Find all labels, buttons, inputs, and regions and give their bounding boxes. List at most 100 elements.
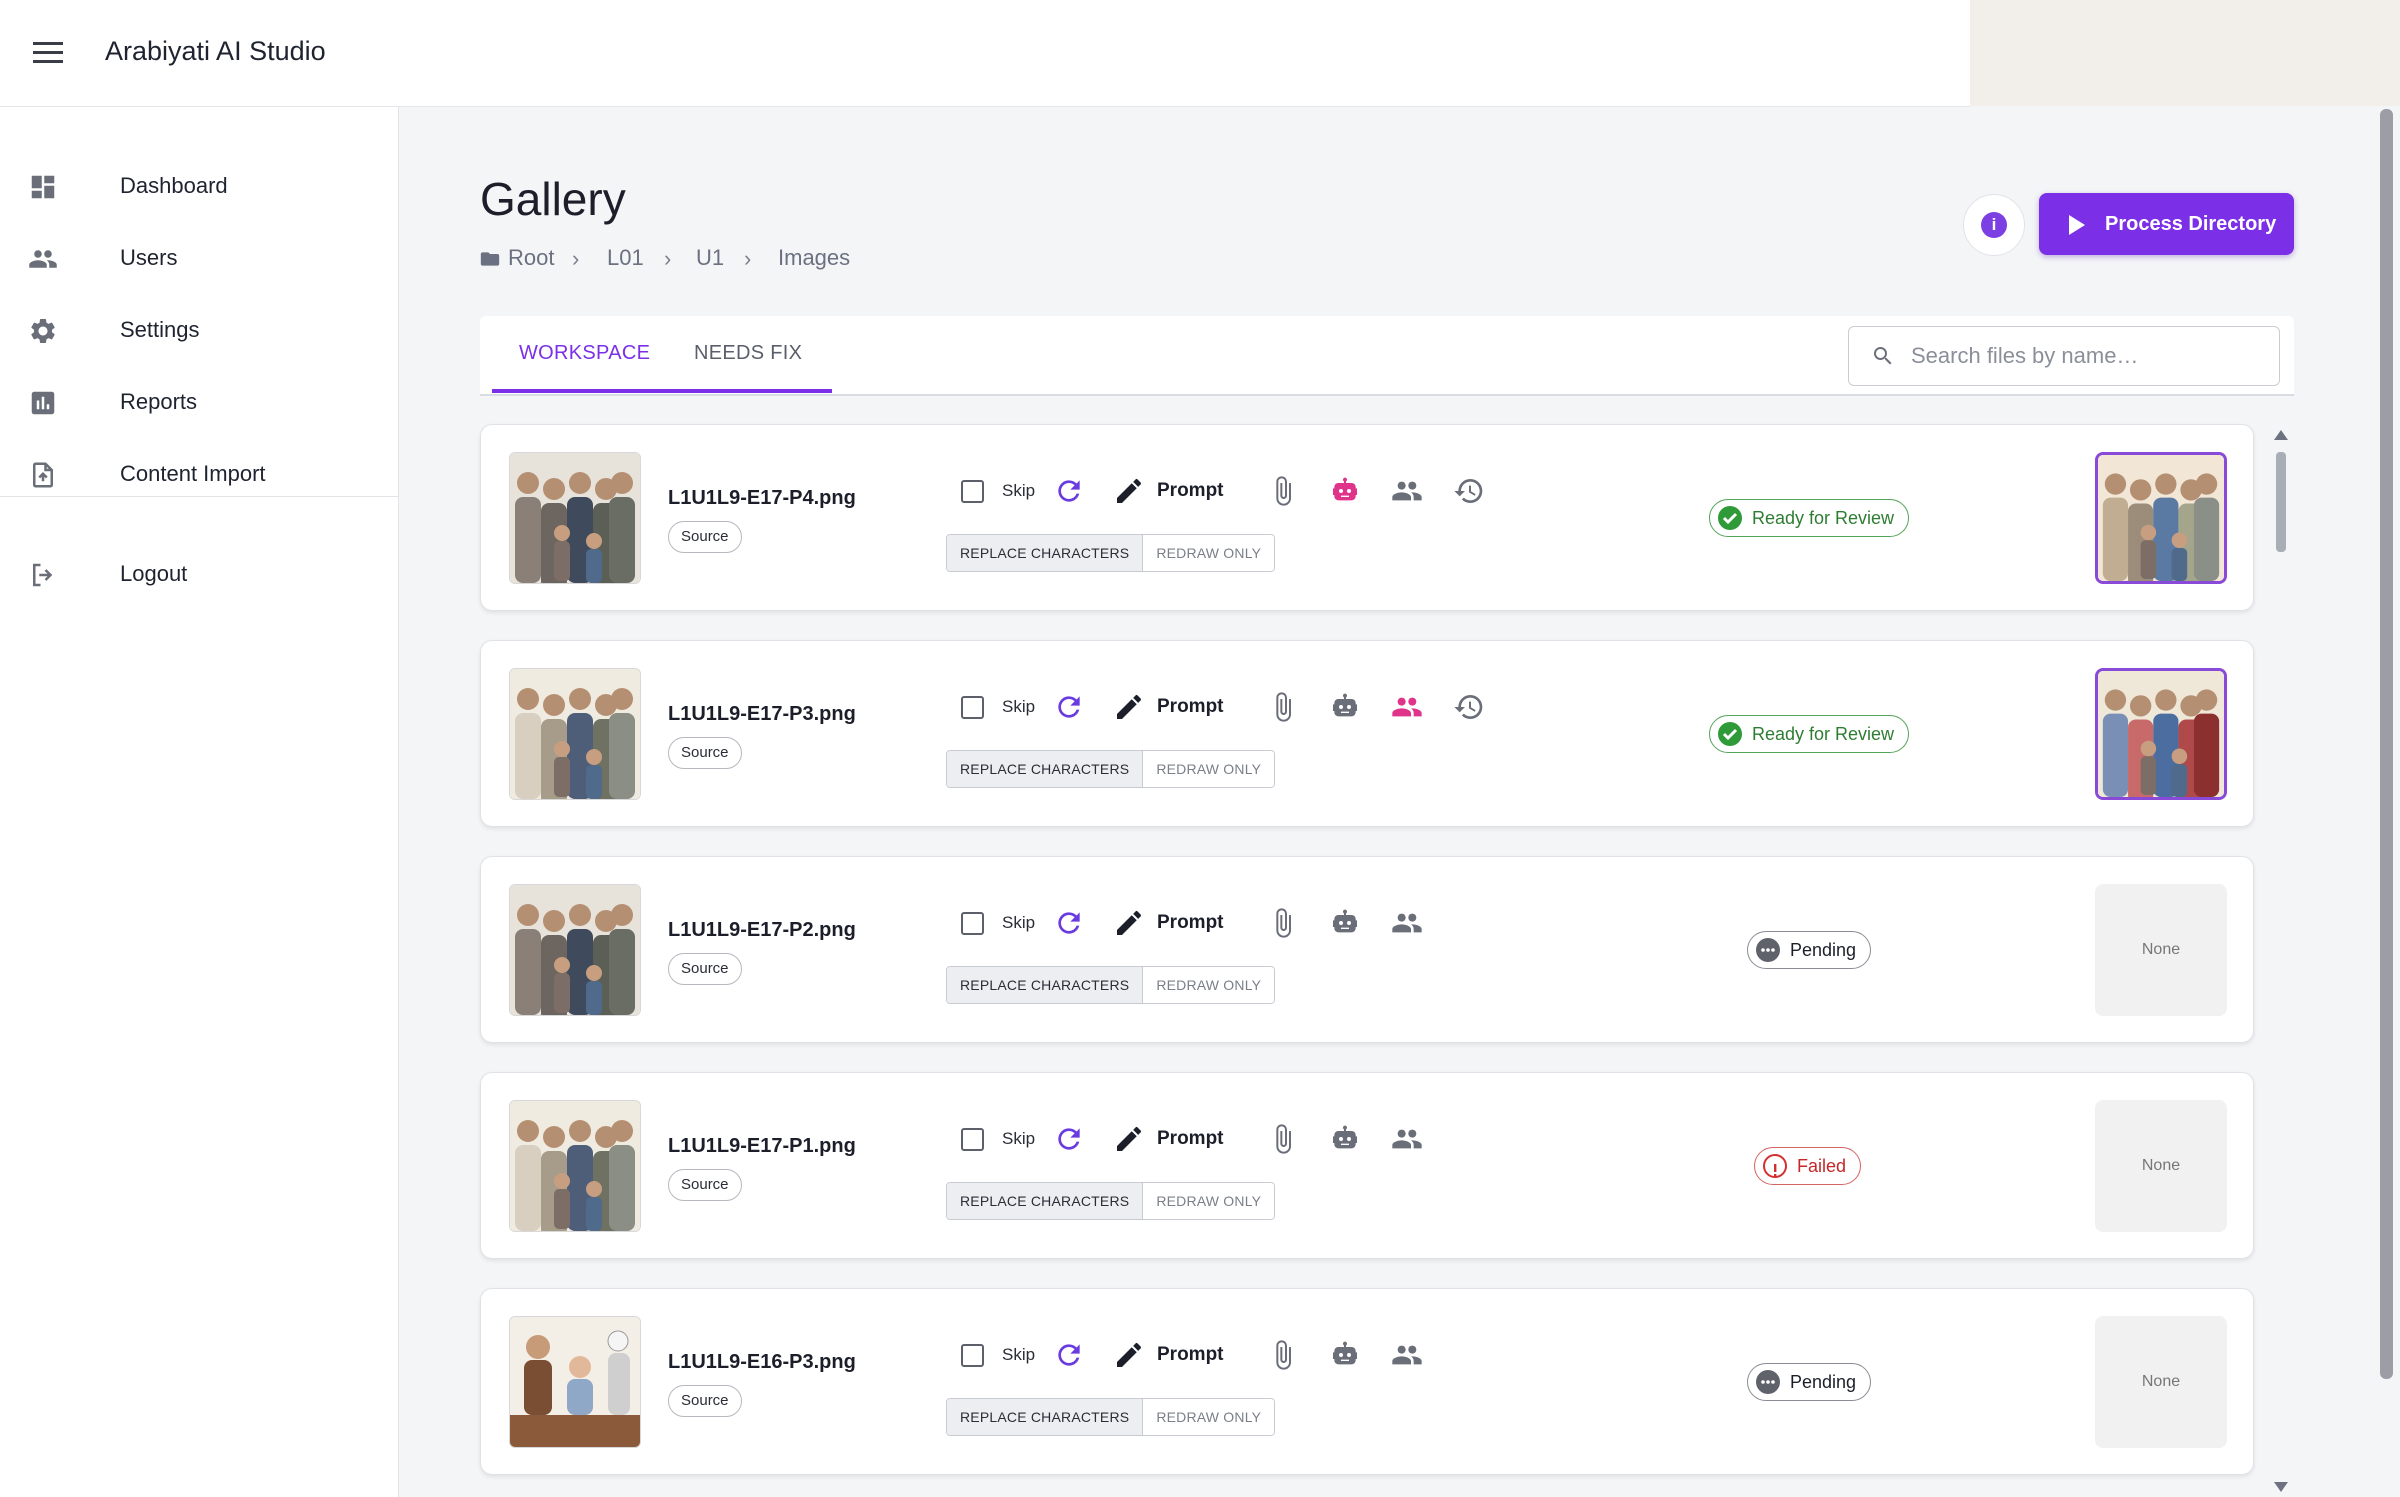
file-row: L1U1L9-E16-P3.png Source Skip Prompt REP… [480, 1288, 2254, 1475]
source-chip[interactable]: Source [668, 737, 742, 769]
app-bar-right-panel [1970, 0, 2400, 106]
file-upload-icon [33, 462, 53, 488]
source-chip[interactable]: Source [668, 1385, 742, 1417]
scroll-up-arrow-icon[interactable] [2274, 430, 2288, 440]
result-preview[interactable] [2095, 668, 2227, 800]
pencil-icon[interactable] [1113, 1123, 1145, 1155]
paperclip-icon[interactable] [1267, 1339, 1299, 1371]
paperclip-icon[interactable] [1267, 475, 1299, 507]
people-icon[interactable] [1391, 907, 1423, 939]
info-button[interactable]: i [1963, 194, 2025, 256]
status-text: Ready for Review [1752, 724, 1895, 744]
sidebar-item-reports[interactable]: Reports [0, 372, 398, 432]
page-scrollbar-thumb[interactable] [2380, 109, 2393, 1379]
people-icon[interactable] [1391, 1123, 1423, 1155]
source-thumbnail[interactable] [509, 452, 641, 584]
redraw-only-button[interactable]: REDRAW ONLY [1143, 1399, 1275, 1435]
replace-characters-button[interactable]: REPLACE CHARACTERS [947, 535, 1144, 571]
robot-icon[interactable] [1329, 907, 1361, 939]
source-thumbnail[interactable] [509, 1316, 641, 1448]
replace-characters-button[interactable]: REPLACE CHARACTERS [947, 1399, 1144, 1435]
prompt-button[interactable]: Prompt [1157, 696, 1224, 718]
source-thumbnail[interactable] [509, 1100, 641, 1232]
status-text: Failed [1797, 1156, 1847, 1176]
page-scrollbar[interactable] [2376, 107, 2400, 1497]
mode-toggle: REPLACE CHARACTERS REDRAW ONLY [946, 534, 1276, 572]
file-row: L1U1L9-E17-P4.png Source Skip Prompt REP… [480, 424, 2254, 611]
robot-icon[interactable] [1329, 1123, 1361, 1155]
replace-characters-button[interactable]: REPLACE CHARACTERS [947, 1183, 1144, 1219]
source-chip[interactable]: Source [668, 1169, 742, 1201]
prompt-button[interactable]: Prompt [1157, 480, 1224, 502]
sidebar-item-settings[interactable]: Settings [0, 300, 398, 360]
history-icon[interactable] [1453, 691, 1485, 723]
history-icon[interactable] [1453, 475, 1485, 507]
source-chip[interactable]: Source [668, 521, 742, 553]
people-icon[interactable] [1391, 1339, 1423, 1371]
file-name: L1U1L9-E17-P3.png [668, 703, 856, 725]
tab-needs-fix[interactable]: NEEDS FIX [694, 342, 802, 365]
pencil-icon[interactable] [1113, 691, 1145, 723]
list-scrollbar-thumb[interactable] [2276, 452, 2286, 552]
sidebar-item-content-import[interactable]: Content Import [0, 444, 398, 504]
replace-characters-button[interactable]: REPLACE CHARACTERS [947, 967, 1144, 1003]
skip-label: Skip [1002, 1345, 1036, 1364]
sidebar-item-dashboard[interactable]: Dashboard [0, 156, 398, 216]
breadcrumb-item[interactable]: L01 [607, 245, 644, 271]
refresh-icon[interactable] [1053, 907, 1085, 939]
redraw-only-button[interactable]: REDRAW ONLY [1143, 967, 1275, 1003]
robot-icon[interactable] [1329, 475, 1361, 507]
sidebar-item-label: Dashboard [120, 173, 228, 198]
result-preview: None [2095, 884, 2227, 1016]
users-icon [29, 250, 57, 268]
mode-toggle: REPLACE CHARACTERS REDRAW ONLY [946, 1398, 1276, 1436]
process-directory-label: Process Directory [2105, 213, 2277, 235]
paperclip-icon[interactable] [1267, 1123, 1299, 1155]
sidebar-item-logout[interactable]: Logout [0, 544, 398, 604]
prompt-button[interactable]: Prompt [1157, 1128, 1224, 1150]
breadcrumb-item[interactable]: U1 [696, 245, 724, 271]
pencil-icon[interactable] [1113, 475, 1145, 507]
search-input[interactable] [1909, 337, 2263, 375]
result-preview[interactable] [2095, 452, 2227, 584]
paperclip-icon[interactable] [1267, 907, 1299, 939]
chevron-right-icon: › [664, 246, 672, 271]
refresh-icon[interactable] [1053, 475, 1085, 507]
redraw-only-button[interactable]: REDRAW ONLY [1143, 1183, 1275, 1219]
refresh-icon[interactable] [1053, 691, 1085, 723]
tab-workspace[interactable]: WORKSPACE [519, 342, 650, 365]
pencil-icon[interactable] [1113, 1339, 1145, 1371]
pencil-icon[interactable] [1113, 907, 1145, 939]
sidebar-item-users[interactable]: Users [0, 228, 398, 288]
refresh-icon[interactable] [1053, 1339, 1085, 1371]
replace-characters-button[interactable]: REPLACE CHARACTERS [947, 751, 1144, 787]
robot-icon[interactable] [1329, 1339, 1361, 1371]
source-thumbnail[interactable] [509, 884, 641, 1016]
breadcrumb-item[interactable]: Root [508, 245, 554, 271]
list-scrollbar[interactable] [2270, 424, 2292, 1497]
refresh-icon[interactable] [1053, 1123, 1085, 1155]
status-icon [1763, 1154, 1787, 1178]
prompt-button[interactable]: Prompt [1157, 1344, 1224, 1366]
file-name: L1U1L9-E17-P1.png [668, 1135, 856, 1157]
process-directory-button[interactable]: Process Directory [2039, 193, 2294, 255]
scroll-down-arrow-icon[interactable] [2274, 1482, 2288, 1492]
skip-checkbox[interactable] [961, 912, 984, 935]
robot-icon[interactable] [1329, 691, 1361, 723]
redraw-only-button[interactable]: REDRAW ONLY [1143, 751, 1275, 787]
skip-checkbox[interactable] [961, 1128, 984, 1151]
people-icon[interactable] [1391, 475, 1423, 507]
status-badge: Pending [1747, 931, 1872, 969]
hamburger-menu-icon[interactable] [30, 36, 66, 70]
status-text: Pending [1790, 1372, 1857, 1392]
prompt-button[interactable]: Prompt [1157, 912, 1224, 934]
source-chip[interactable]: Source [668, 953, 742, 985]
people-icon[interactable] [1391, 691, 1423, 723]
skip-checkbox[interactable] [961, 480, 984, 503]
skip-checkbox[interactable] [961, 1344, 984, 1367]
redraw-only-button[interactable]: REDRAW ONLY [1143, 535, 1275, 571]
paperclip-icon[interactable] [1267, 691, 1299, 723]
skip-checkbox[interactable] [961, 696, 984, 719]
search-field[interactable] [1848, 326, 2280, 386]
source-thumbnail[interactable] [509, 668, 641, 800]
